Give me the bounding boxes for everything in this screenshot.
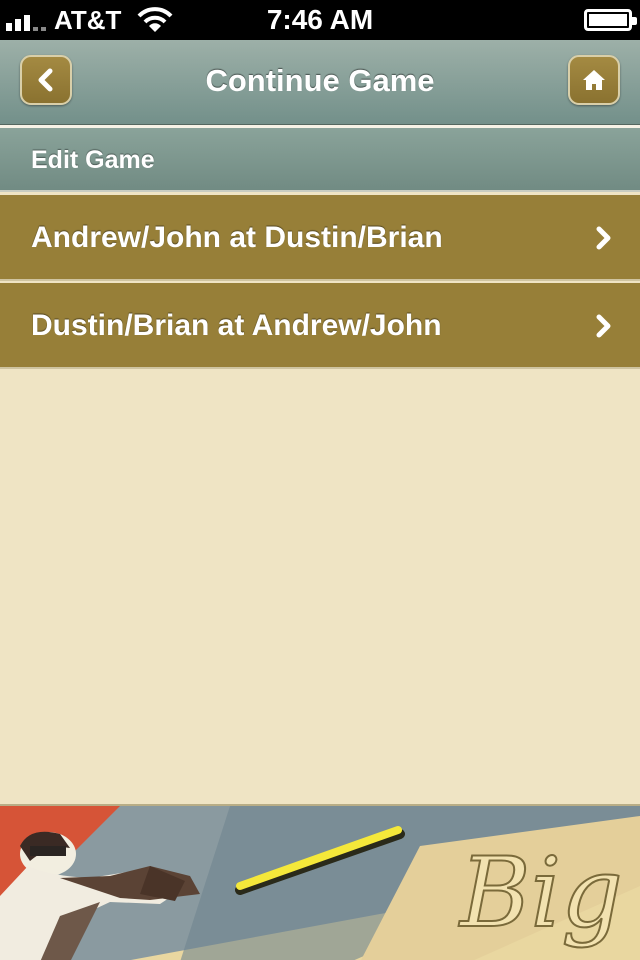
game-list-item-label: Andrew/John at Dustin/Brian — [31, 221, 443, 254]
status-bar: AT&T 7:46 AM — [0, 0, 640, 40]
section-header-label: Edit Game — [31, 146, 155, 174]
status-time: 7:46 AM — [266, 4, 374, 35]
game-list-item[interactable]: Andrew/John at Dustin/Brian — [0, 195, 640, 281]
home-button[interactable] — [568, 55, 620, 105]
home-icon — [583, 70, 605, 90]
game-list-item-label: Dustin/Brian at Andrew/John — [31, 309, 442, 342]
banner-image: Big — [0, 804, 640, 960]
game-list-item[interactable]: Dustin/Brian at Andrew/John — [0, 283, 640, 369]
chevron-right-icon — [596, 226, 611, 250]
banner-logo-text: Big — [458, 837, 623, 949]
batter-illustration: Big — [0, 806, 640, 960]
page-title: Continue Game — [205, 63, 435, 98]
battery-icon — [584, 9, 637, 31]
section-header: Edit Game — [0, 128, 640, 192]
navigation-bar: Continue Game — [0, 40, 640, 125]
chevron-right-icon — [596, 314, 611, 338]
battery-level — [589, 14, 627, 26]
